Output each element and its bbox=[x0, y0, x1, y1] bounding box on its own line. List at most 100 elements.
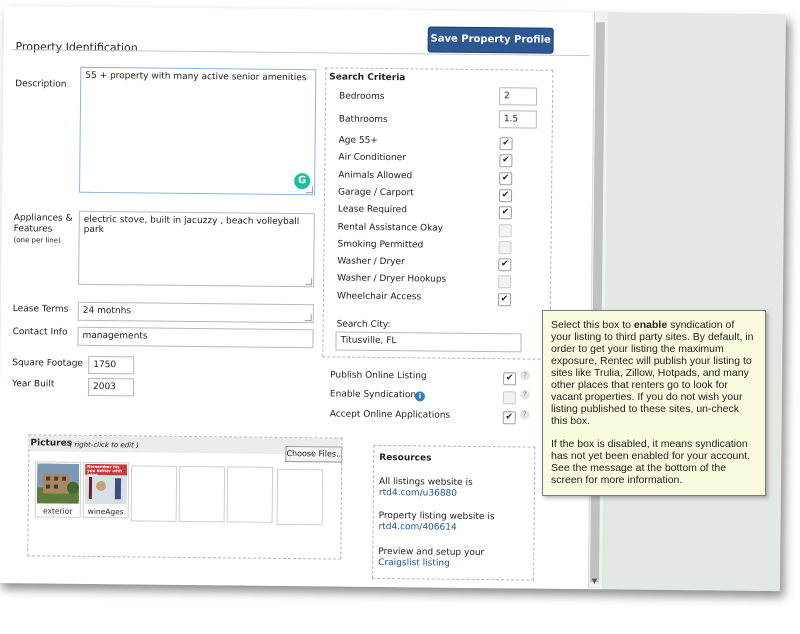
search-criteria-title: Search Criteria bbox=[329, 72, 406, 84]
criteria-checkbox[interactable]: ✔ bbox=[498, 206, 512, 220]
criteria-label: Animals Allowed bbox=[338, 170, 413, 182]
search-city-input[interactable]: Titusville, FL bbox=[335, 331, 522, 353]
year-built-label: Year Built bbox=[11, 379, 55, 390]
syndication-tooltip: Select this box to enable syndication of… bbox=[542, 310, 766, 496]
search-city-label: Search City: bbox=[336, 319, 391, 331]
appliances-label-note: (one per line) bbox=[13, 236, 61, 245]
tooltip-disabled-note: If the box is disabled, it means syndica… bbox=[551, 438, 751, 486]
search-criteria-list: Age 55+ ✔ Air Conditioner ✔ Animals Allowed ✔… bbox=[4, 6, 594, 307]
appliances-label-line1: Appliances & bbox=[13, 213, 73, 224]
building-photo-icon bbox=[36, 463, 80, 504]
bathrooms-input[interactable]: 1.5 bbox=[498, 110, 537, 129]
section-title: Property Identification bbox=[15, 40, 138, 55]
resize-handle-icon[interactable] bbox=[305, 278, 313, 286]
appliances-textarea[interactable]: electric stove, built in jacuzzy , beach… bbox=[78, 210, 315, 288]
picture-slot-empty[interactable] bbox=[130, 465, 178, 522]
resize-handle-icon[interactable] bbox=[304, 314, 312, 322]
listing-option-checkbox[interactable] bbox=[502, 391, 516, 405]
criteria-label: Air Conditioner bbox=[338, 152, 406, 164]
listing-options-list: Publish Online Listing ✔? Enable Syndicati… bbox=[4, 6, 594, 425]
appliances-label: Appliances & Features (one per line) bbox=[13, 213, 73, 247]
criteria-checkbox[interactable] bbox=[498, 241, 512, 255]
description-label: Description bbox=[15, 79, 67, 90]
wine-banner-text: Remember his you better with wine bbox=[87, 463, 123, 478]
bathrooms-label: Bathrooms bbox=[338, 114, 388, 126]
criteria-label: Age 55+ bbox=[338, 135, 378, 146]
lease-terms-value: 24 motnhs bbox=[82, 305, 132, 317]
choose-files-button[interactable]: Choose Files.. bbox=[285, 445, 343, 463]
property-listing-text: Property listing website is bbox=[378, 510, 495, 523]
year-built-value: 2003 bbox=[92, 381, 116, 393]
bathrooms-value: 1.5 bbox=[503, 114, 519, 125]
scroll-down-arrow-icon[interactable]: ▼ bbox=[590, 577, 599, 586]
square-footage-value: 1750 bbox=[93, 359, 117, 371]
criteria-checkbox[interactable]: ✔ bbox=[499, 137, 513, 151]
bedrooms-label: Bedrooms bbox=[339, 91, 385, 102]
tooltip-bold-enable: enable bbox=[633, 319, 668, 331]
property-listing-link[interactable]: rtd4.com/406614 bbox=[379, 522, 457, 533]
listing-option-label: Publish Online Listing bbox=[330, 370, 427, 382]
bedrooms-value: 2 bbox=[504, 91, 510, 102]
check-icon: ✔ bbox=[501, 190, 510, 201]
picture-thumb-wineages[interactable]: Remember his you better with wine wineAg… bbox=[82, 461, 130, 519]
resources-title: Resources bbox=[379, 452, 432, 464]
criteria-checkbox[interactable] bbox=[498, 275, 512, 289]
picture-caption: exterior bbox=[42, 506, 73, 516]
check-icon: ✔ bbox=[500, 259, 509, 270]
help-icon[interactable]: ? bbox=[520, 370, 531, 381]
picture-caption: wineAges bbox=[87, 506, 124, 517]
appliances-value: electric stove, built in jacuzzy , beach… bbox=[83, 214, 300, 236]
picture-thumb-exterior[interactable]: exterior bbox=[34, 461, 82, 518]
tooltip-text-rest: syndication of your listing to third par… bbox=[551, 319, 754, 427]
search-city-value: Titusville, FL bbox=[340, 335, 397, 347]
save-property-profile-button[interactable]: Save Property Profile bbox=[427, 26, 554, 54]
help-icon[interactable]: ? bbox=[519, 409, 530, 420]
square-footage-input[interactable]: 1750 bbox=[88, 355, 135, 375]
criteria-label: Washer / Dryer Hookups bbox=[337, 273, 447, 285]
criteria-checkbox[interactable]: ✔ bbox=[497, 293, 512, 307]
all-listings-link[interactable]: rtd4.com/u36880 bbox=[379, 488, 457, 499]
tooltip-text-start: Select this box to bbox=[551, 319, 634, 331]
craigslist-text: Preview and setup your bbox=[378, 546, 485, 559]
criteria-label: Wheelchair Access bbox=[336, 291, 422, 303]
craigslist-link[interactable]: Craigslist listing bbox=[378, 558, 450, 569]
bedrooms-input[interactable]: 2 bbox=[498, 87, 538, 106]
check-icon: ✔ bbox=[505, 373, 514, 384]
check-icon: ✔ bbox=[502, 138, 510, 149]
criteria-label: Lease Required bbox=[337, 204, 407, 216]
check-icon: ✔ bbox=[505, 412, 514, 423]
resize-handle-icon[interactable] bbox=[306, 186, 314, 194]
info-icon[interactable]: i bbox=[414, 391, 425, 402]
check-icon: ✔ bbox=[502, 155, 510, 166]
criteria-checkbox[interactable]: ✔ bbox=[498, 189, 513, 203]
description-textarea[interactable]: 55 + property with many active senior am… bbox=[79, 66, 317, 196]
criteria-label: Rental Assistance Okay bbox=[337, 222, 444, 234]
square-footage-label: Square Footage bbox=[12, 358, 84, 369]
criteria-checkbox[interactable]: ✔ bbox=[499, 154, 513, 168]
all-listings-text: All listings website is bbox=[378, 476, 473, 488]
description-value: 55 + property with many active senior am… bbox=[85, 70, 307, 84]
listing-option-checkbox[interactable]: ✔ bbox=[503, 372, 517, 386]
criteria-label: Garage / Carport bbox=[338, 187, 414, 199]
contact-info-input[interactable]: managements bbox=[77, 326, 314, 349]
check-icon: ✔ bbox=[501, 173, 510, 184]
pictures-note: ( right-click to edit ) bbox=[69, 440, 139, 450]
listing-option-label: Enable Syndication bbox=[329, 389, 417, 401]
screenshot-frame: Save Property Profile Property Identific… bbox=[0, 6, 786, 592]
pictures-title: Pictures bbox=[30, 438, 73, 449]
property-profile-panel: Save Property Profile Property Identific… bbox=[0, 6, 595, 590]
criteria-checkbox[interactable]: ✔ bbox=[498, 258, 512, 272]
criteria-checkbox[interactable] bbox=[498, 224, 512, 238]
lease-terms-label: Lease Terms bbox=[12, 304, 69, 315]
criteria-label: Washer / Dryer bbox=[337, 256, 405, 268]
help-icon[interactable]: ? bbox=[519, 389, 531, 400]
year-built-input[interactable]: 2003 bbox=[87, 377, 135, 397]
check-icon: ✔ bbox=[501, 207, 510, 218]
picture-slot-empty[interactable] bbox=[178, 465, 226, 523]
picture-slot-empty[interactable] bbox=[226, 466, 274, 523]
criteria-checkbox[interactable]: ✔ bbox=[499, 172, 513, 186]
listing-option-checkbox[interactable]: ✔ bbox=[502, 411, 516, 425]
picture-slot-empty[interactable] bbox=[276, 468, 324, 526]
lease-terms-input[interactable]: 24 motnhs bbox=[77, 301, 314, 324]
criteria-label: Smoking Permitted bbox=[337, 239, 424, 251]
